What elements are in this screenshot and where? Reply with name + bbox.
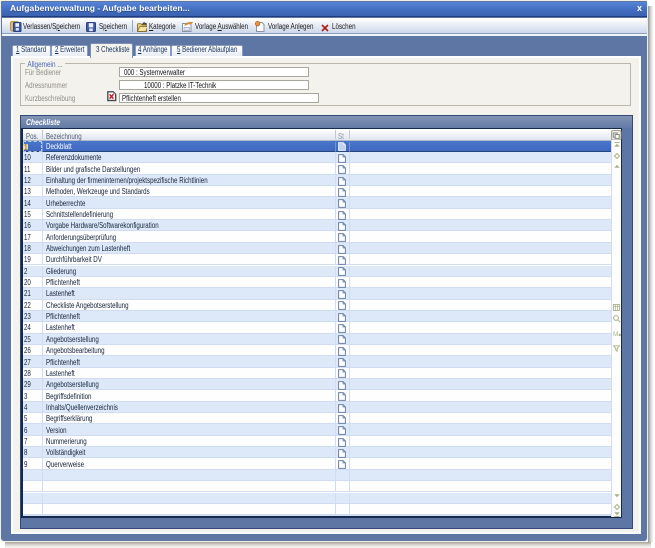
svg-text:M: M xyxy=(613,331,618,337)
